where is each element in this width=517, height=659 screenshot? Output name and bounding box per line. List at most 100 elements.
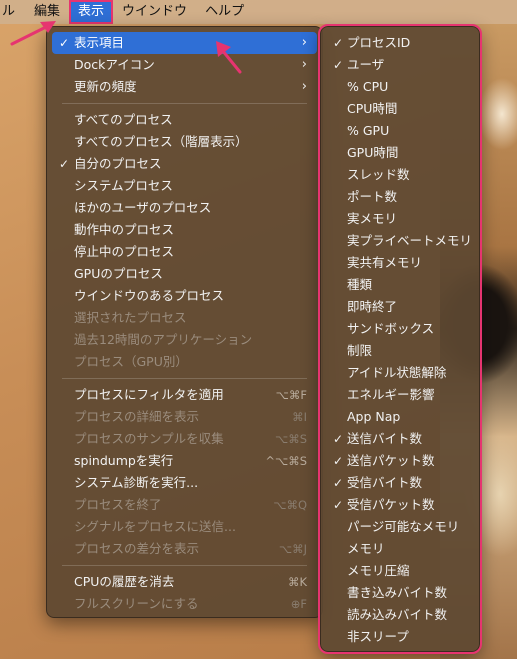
- menu-item-g2-0[interactable]: プロセスにフィルタを適用 ⌥⌘F: [52, 384, 317, 406]
- menu-item-label: メモリ圧縮: [347, 563, 410, 578]
- menu-item-column-9[interactable]: 実プライベートメモリ: [326, 230, 474, 252]
- menu-item-column-11[interactable]: 種類: [326, 274, 474, 296]
- menu-item-column-27[interactable]: 非スリープ: [326, 626, 474, 648]
- menu-item-label: エネルギー影響: [347, 387, 435, 402]
- menu-item-label: ユーザ: [347, 57, 385, 72]
- menu-item-column-13[interactable]: サンドボックス: [326, 318, 474, 340]
- menu-item-label: プロセスのサンプルを収集: [74, 431, 224, 446]
- menu-item-g1-3[interactable]: システムプロセス: [52, 175, 317, 197]
- checkmark-icon: ✓: [333, 476, 344, 490]
- menu-item-shortcut: ⊕F: [290, 597, 307, 611]
- menu-item-shortcut: ⌥⌘F: [275, 388, 307, 402]
- menu-item-label: パージ可能なメモリ: [347, 519, 460, 534]
- menu-item-label: 実共有メモリ: [347, 255, 423, 270]
- menu-item-column-23[interactable]: メモリ: [326, 538, 474, 560]
- menu-item-label: 停止中のプロセス: [74, 244, 175, 259]
- menu-item-label: システム診断を実行...: [74, 475, 199, 490]
- checkmark-icon: ✓: [59, 36, 70, 50]
- annotation-arrow-submenu: [216, 41, 242, 74]
- menu-item-g2-1: プロセスの詳細を表示 ⌘I: [52, 406, 317, 428]
- menu-item-label: 実メモリ: [347, 211, 398, 226]
- menu-item-column-0[interactable]: ✓ プロセスID: [326, 32, 474, 54]
- menu-item-label: サンドボックス: [347, 321, 435, 336]
- menu-item-shortcut: ^⌥⌘S: [265, 454, 307, 468]
- columns-submenu: ✓ プロセスID ✓ ユーザ% CPU CPU時間% GPU GPU時間 スレッド数 ポート数…: [318, 24, 482, 654]
- menu-item-g1-0[interactable]: すべてのプロセス: [52, 109, 317, 131]
- menu-item-column-20[interactable]: ✓ 受信バイト数: [326, 472, 474, 494]
- menu-item-column-18[interactable]: ✓ 送信バイト数: [326, 428, 474, 450]
- checkmark-icon: ✓: [333, 58, 344, 72]
- menu-item-label: CPU時間: [347, 101, 398, 116]
- checkmark-icon: ✓: [333, 498, 344, 512]
- menu-item-g3-0[interactable]: CPUの履歴を消去 ⌘K: [52, 571, 317, 593]
- menu-item-shortcut: ⌥⌘Q: [273, 498, 307, 512]
- menu-item-column-17[interactable]: App Nap: [326, 406, 474, 428]
- menu-item-g0-0[interactable]: ✓ 表示項目 ›: [52, 32, 317, 54]
- chevron-right-icon: ›: [301, 35, 307, 50]
- menu-item-g2-5: プロセスを終了 ⌥⌘Q: [52, 494, 317, 516]
- menu-item-g1-5[interactable]: 動作中のプロセス: [52, 219, 317, 241]
- menu-item-column-5[interactable]: GPU時間: [326, 142, 474, 164]
- menu-item-column-8[interactable]: 実メモリ: [326, 208, 474, 230]
- menu-item-label: 読み込みバイト数: [347, 607, 448, 622]
- menu-item-label: Dockアイコン: [74, 57, 155, 72]
- menu-item-g1-7[interactable]: GPUのプロセス: [52, 263, 317, 285]
- menu-item-g2-6: シグナルをプロセスに送信...: [52, 516, 317, 538]
- menu-item-g1-6[interactable]: 停止中のプロセス: [52, 241, 317, 263]
- checkmark-icon: ✓: [333, 432, 344, 446]
- menu-item-column-4[interactable]: % GPU: [326, 120, 474, 142]
- menu-item-label: アイドル状態解除: [347, 365, 447, 380]
- checkmark-icon: ✓: [333, 454, 344, 468]
- menu-item-g1-8[interactable]: ウインドウのあるプロセス: [52, 285, 317, 307]
- chevron-right-icon: ›: [301, 57, 307, 72]
- menu-item-label: プロセスID: [347, 35, 411, 50]
- menu-item-label: GPU時間: [347, 145, 399, 160]
- menu-separator: [62, 565, 307, 566]
- menu-item-column-25[interactable]: 書き込みバイト数: [326, 582, 474, 604]
- menu-item-label: CPUの履歴を消去: [74, 574, 175, 589]
- menu-item-column-24[interactable]: メモリ圧縮: [326, 560, 474, 582]
- menu-item-column-7[interactable]: ポート数: [326, 186, 474, 208]
- menu-item-column-15[interactable]: アイドル状態解除: [326, 362, 474, 384]
- menu-item-g0-2[interactable]: 更新の頻度 ›: [52, 76, 317, 98]
- menu-item-g0-1[interactable]: Dockアイコン ›: [52, 54, 317, 76]
- menu-item-column-26[interactable]: 読み込みバイト数: [326, 604, 474, 626]
- menu-item-g2-4[interactable]: システム診断を実行...: [52, 472, 317, 494]
- menu-item-column-10[interactable]: 実共有メモリ: [326, 252, 474, 274]
- menu-item-label: ほかのユーザのプロセス: [74, 200, 212, 215]
- menu-item-column-2[interactable]: % CPU: [326, 76, 474, 98]
- menu-item-g2-3[interactable]: spindumpを実行 ^⌥⌘S: [52, 450, 317, 472]
- menu-item-label: 選択されたプロセス: [74, 310, 187, 325]
- menu-item-g1-4[interactable]: ほかのユーザのプロセス: [52, 197, 317, 219]
- menu-item-g3-1: フルスクリーンにする ⊕F: [52, 593, 317, 615]
- menu-item-label: GPUのプロセス: [74, 266, 163, 281]
- menu-item-column-6[interactable]: スレッド数: [326, 164, 474, 186]
- menu-item-g1-2[interactable]: ✓ 自分のプロセス: [52, 153, 317, 175]
- menu-item-column-14[interactable]: 制限: [326, 340, 474, 362]
- menu-item-column-1[interactable]: ✓ ユーザ: [326, 54, 474, 76]
- menubar-item-view[interactable]: 表示: [69, 0, 114, 24]
- menu-item-label: すべてのプロセス（階層表示）: [74, 134, 248, 149]
- menu-item-g2-2: プロセスのサンプルを収集 ⌥⌘S: [52, 428, 317, 450]
- menu-item-label: フルスクリーンにする: [74, 596, 199, 611]
- menu-item-column-16[interactable]: エネルギー影響: [326, 384, 474, 406]
- menu-item-column-22[interactable]: パージ可能なメモリ: [326, 516, 474, 538]
- menu-item-column-21[interactable]: ✓ 受信パケット数: [326, 494, 474, 516]
- menu-item-label: 過去12時間のアプリケーション: [74, 332, 253, 347]
- menu-item-shortcut: ⌘I: [292, 410, 307, 424]
- menu-item-column-3[interactable]: CPU時間: [326, 98, 474, 120]
- menu-separator: [62, 103, 307, 104]
- menu-item-g1-1[interactable]: すべてのプロセス（階層表示）: [52, 131, 317, 153]
- chevron-right-icon: ›: [301, 79, 307, 94]
- menu-item-column-19[interactable]: ✓ 送信パケット数: [326, 450, 474, 472]
- menubar-item-help[interactable]: ヘルプ: [196, 0, 253, 24]
- menu-item-label: 送信パケット数: [347, 453, 435, 468]
- menu-item-label: プロセスを終了: [74, 497, 162, 512]
- view-menu: ✓ 表示項目 › Dockアイコン › 更新の頻度 › すべてのプロセス すべてのプロセス（階層…: [46, 26, 323, 618]
- checkmark-icon: ✓: [59, 157, 70, 171]
- menu-item-g1-11: プロセス（GPU別）: [52, 351, 317, 373]
- menu-item-label: ウインドウのあるプロセス: [74, 288, 225, 303]
- menu-item-label: すべてのプロセス: [74, 112, 173, 127]
- menubar-item-window[interactable]: ウインドウ: [113, 0, 196, 24]
- menu-item-column-12[interactable]: 即時終了: [326, 296, 474, 318]
